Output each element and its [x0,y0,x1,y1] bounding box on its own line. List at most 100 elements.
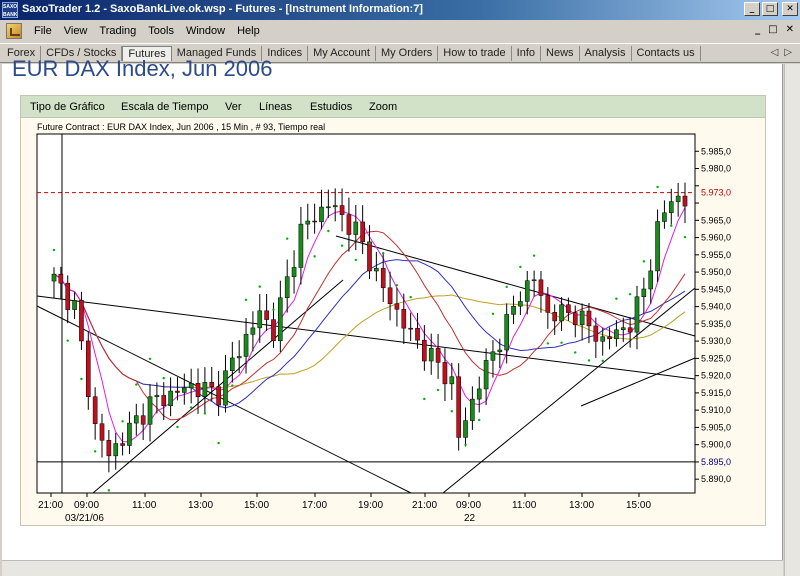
candle-body [572,312,578,326]
title-bar: SAXO BANK SaxoTrader 1.2 - SaxoBankLive.… [0,0,800,20]
tab-info[interactable]: Info [512,46,542,61]
close-button[interactable]: ✕ [782,2,798,16]
candle-body [346,214,352,235]
candle-body [442,362,448,385]
menu-items: File View Trading Tools Window Help [28,24,266,38]
tab-scroll-left-icon[interactable]: ◁ [771,47,779,58]
parabolic-sar-dot [464,443,467,446]
window-controls: _ □ ✕ [744,2,798,16]
candle-body [408,327,413,330]
saxotrader-logo-icon[interactable] [6,23,22,39]
parabolic-sar-dot [107,489,111,492]
candle-body [175,390,180,393]
tab-analysis[interactable]: Analysis [580,46,632,61]
minimize-button[interactable]: _ [744,2,760,16]
x-tick-label: 15:00 [244,500,269,511]
parabolic-sar-dot [135,383,138,386]
candle-body [668,201,674,214]
parabolic-sar-dot [532,254,536,257]
candle-body [113,443,119,457]
candle-body [133,415,139,424]
maximize-button[interactable]: □ [762,2,778,16]
x-tick-label: 09:00 [456,500,481,511]
candle-body [593,325,599,342]
candle-body [483,360,489,390]
candle-body [579,310,585,326]
parabolic-sar-dot [93,450,97,453]
menu-tools[interactable]: Tools [142,24,180,38]
parabolic-sar-dot [491,312,495,316]
y-tick-label: 5.960,0 [701,233,731,243]
y-tick-label: 5.920,0 [701,371,731,381]
candle-body [312,220,317,223]
tab-news[interactable]: News [541,46,580,61]
parabolic-sar-dot [244,298,248,302]
candle-body [161,395,167,406]
candle-body [250,327,256,335]
menu-file[interactable]: File [28,24,58,38]
parabolic-sar-dot [121,420,124,423]
y-tick-label: 5.900,0 [701,440,731,450]
tab-scroll-right-icon[interactable]: ▷ [784,47,792,58]
candle-body [326,206,331,209]
candle-body [648,270,654,290]
y-tick-label: 5.950,0 [701,267,731,277]
parabolic-sar-dot [285,237,289,240]
parabolic-sar-dot [382,252,385,255]
menu-trading[interactable]: Trading [93,24,142,38]
candle-body [360,221,365,243]
parabolic-sar-dot [80,377,83,381]
child-restore-button[interactable]: □ [768,24,777,35]
parabolic-sar-dot [368,242,371,245]
parabolic-sar-dot [505,285,508,289]
tab-my-account[interactable]: My Account [308,46,376,61]
parabolic-sar-dot [560,341,563,344]
y-tick-label: 5.935,0 [701,319,731,329]
parabolic-sar-dot [148,357,152,360]
parabolic-sar-dot [340,244,344,247]
candle-body [271,319,276,342]
tab-contacts-us[interactable]: Contacts us [632,46,701,61]
parabolic-sar-dot [327,229,330,233]
candle-body [655,221,660,272]
x-tick-label: 17:00 [302,500,327,511]
candle-body [154,395,160,397]
candle-body [106,440,112,457]
price-chart[interactable]: 5.985,0 5.980,0 5.965,0 5.960,0 5.955,0 5.950… [21,96,767,527]
y-tick-label: 5.910,0 [701,405,731,415]
parabolic-sar-dot [519,265,522,269]
candle-body [634,296,640,333]
y-tick-label: 5.890,0 [701,474,731,484]
candle-body [394,303,400,310]
candle-body [380,268,386,289]
parabolic-sar-dot [436,388,440,392]
instrument-title: EUR DAX Index, Jun 2006 [12,56,273,81]
instrument-info-panel: EUR DAX Index, Jun 2006 Tipo de Gráfico … [2,56,783,576]
tab-how-to-trade[interactable]: How to trade [438,46,512,61]
app-icon[interactable]: SAXO BANK [2,2,18,18]
parabolic-sar-dot [615,297,618,300]
parabolic-sar-dot [203,412,207,415]
horizontal-scrollbar[interactable] [2,560,783,576]
parabolic-sar-dot [299,250,303,253]
candle-body [209,382,215,387]
candle-body [65,282,71,310]
x-tick-label: 19:00 [358,500,383,511]
x-tick-label: 11:00 [132,500,157,511]
menu-view[interactable]: View [58,24,94,38]
candle-body [216,386,221,406]
x-tick-label: 15:00 [626,500,651,511]
y-tick-label: 5.905,0 [701,422,731,432]
menu-help[interactable]: Help [231,24,266,38]
support-price-label: 5.895,0 [701,457,731,467]
child-minimize-button[interactable]: _ [755,24,760,35]
parabolic-sar-dot [423,397,426,401]
tab-my-orders[interactable]: My Orders [376,46,439,61]
candle-body [127,422,132,446]
vertical-scrollbar[interactable] [784,64,800,576]
parabolic-sar-dot [354,258,357,262]
menu-window[interactable]: Window [180,24,231,38]
child-close-button[interactable]: ✕ [786,24,794,35]
candle-body [607,336,612,340]
candle-body [476,388,482,400]
